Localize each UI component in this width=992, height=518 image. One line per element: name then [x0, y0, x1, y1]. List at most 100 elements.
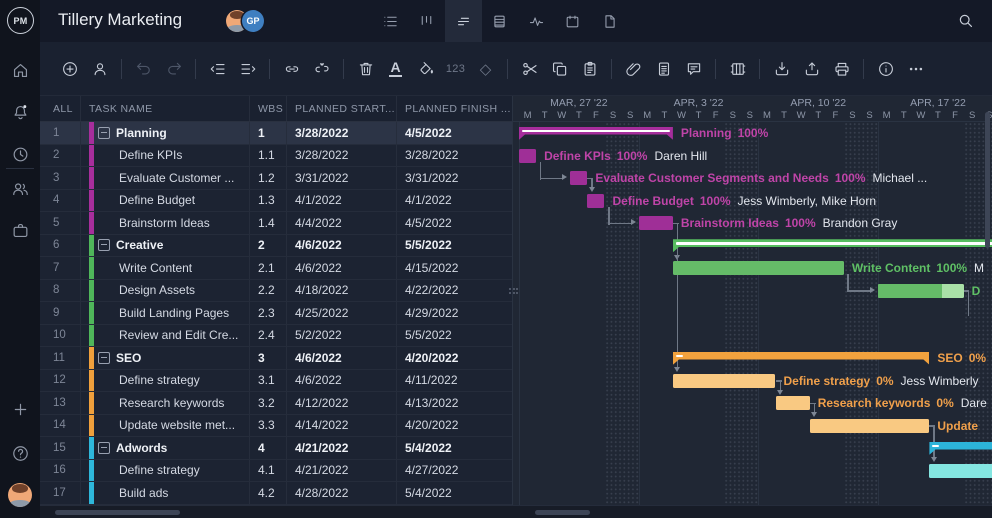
wbs-cell[interactable]: 4.2: [250, 482, 287, 504]
view-tab-docs-view[interactable]: [591, 0, 628, 42]
gantt-task-bar[interactable]: [878, 284, 964, 298]
table-horizontal-scrollbar[interactable]: [55, 510, 180, 515]
collapse-icon[interactable]: [98, 127, 110, 139]
font-color-button[interactable]: A: [383, 56, 408, 82]
task-name-cell[interactable]: Define strategy: [81, 460, 250, 482]
gantt-summary-bar[interactable]: [519, 127, 673, 140]
planned-start-cell[interactable]: 3/28/2022: [287, 145, 397, 167]
gantt-task-bar[interactable]: [570, 171, 587, 185]
table-row[interactable]: 5Brainstorm Ideas1.44/4/20224/5/2022: [40, 212, 512, 235]
comment-button[interactable]: [681, 56, 706, 82]
table-row[interactable]: 6Creative24/6/20225/5/2022: [40, 235, 512, 258]
planned-finish-cell[interactable]: 3/28/2022: [397, 145, 512, 167]
planned-start-cell[interactable]: 5/2/2022: [287, 325, 397, 347]
wbs-cell[interactable]: 1.2: [250, 167, 287, 189]
columns-button[interactable]: [725, 56, 750, 82]
gantt-summary-bar[interactable]: [673, 239, 992, 252]
wbs-cell[interactable]: 2.2: [250, 280, 287, 302]
planned-start-cell[interactable]: 4/28/2022: [287, 482, 397, 504]
table-row[interactable]: 15Adwords44/21/20225/4/2022: [40, 437, 512, 460]
wbs-cell[interactable]: 1.1: [250, 145, 287, 167]
gantt-task-bar[interactable]: [673, 261, 844, 275]
view-tab-calendar-view[interactable]: [555, 0, 592, 42]
task-name-cell[interactable]: Build Landing Pages: [81, 302, 250, 324]
table-row[interactable]: 2Define KPIs1.13/28/20223/28/2022: [40, 145, 512, 168]
table-row[interactable]: 12Define strategy3.14/6/20224/11/2022: [40, 370, 512, 393]
outdent-button[interactable]: [205, 56, 230, 82]
collapse-icon[interactable]: [98, 352, 110, 364]
cut-button[interactable]: [517, 56, 542, 82]
planned-finish-cell[interactable]: 4/20/2022: [397, 415, 512, 437]
sidebar-home-button[interactable]: [0, 57, 40, 83]
planned-finish-cell[interactable]: 4/15/2022: [397, 257, 512, 279]
wbs-cell[interactable]: 2.3: [250, 302, 287, 324]
view-tab-list-view[interactable]: [372, 0, 409, 42]
member-avatar-gp[interactable]: GP: [242, 10, 264, 32]
export-button[interactable]: [799, 56, 824, 82]
planned-start-cell[interactable]: 4/14/2022: [287, 415, 397, 437]
task-name-cell[interactable]: Define Budget: [81, 190, 250, 212]
wbs-cell[interactable]: 3: [250, 347, 287, 369]
task-name-cell[interactable]: Brainstorm Ideas: [81, 212, 250, 234]
column-header-all[interactable]: ALL: [40, 96, 81, 121]
table-row[interactable]: 7Write Content2.14/6/20224/15/2022: [40, 257, 512, 280]
planned-start-cell[interactable]: 4/18/2022: [287, 280, 397, 302]
table-row[interactable]: 11SEO34/6/20224/20/2022: [40, 347, 512, 370]
planned-finish-cell[interactable]: 4/22/2022: [397, 280, 512, 302]
task-name-cell[interactable]: Write Content: [81, 257, 250, 279]
view-tab-workload-view[interactable]: [518, 0, 555, 42]
planned-start-cell[interactable]: 4/25/2022: [287, 302, 397, 324]
pm-logo[interactable]: PM: [7, 7, 34, 34]
redo-button[interactable]: [161, 56, 186, 82]
table-row[interactable]: 4Define Budget1.34/1/20224/1/2022: [40, 190, 512, 213]
gantt-task-bar[interactable]: [587, 194, 604, 208]
planned-finish-cell[interactable]: 5/5/2022: [397, 325, 512, 347]
task-name-cell[interactable]: SEO: [81, 347, 250, 369]
delete-button[interactable]: [353, 56, 378, 82]
paste-button[interactable]: [577, 56, 602, 82]
wbs-cell[interactable]: 2.4: [250, 325, 287, 347]
collapse-icon[interactable]: [98, 442, 110, 454]
planned-finish-cell[interactable]: 4/11/2022: [397, 370, 512, 392]
task-notes-button[interactable]: [651, 56, 676, 82]
gantt-task-bar[interactable]: [776, 396, 810, 410]
wbs-cell[interactable]: 4.1: [250, 460, 287, 482]
planned-finish-cell[interactable]: 4/20/2022: [397, 347, 512, 369]
milestone-button[interactable]: ◇: [473, 56, 498, 82]
table-row[interactable]: 13Research keywords3.24/12/20224/13/2022: [40, 392, 512, 415]
planned-finish-cell[interactable]: 5/4/2022: [397, 437, 512, 459]
planned-finish-cell[interactable]: 5/4/2022: [397, 482, 512, 504]
column-header-planned-start[interactable]: PLANNED START...: [287, 96, 397, 121]
planned-start-cell[interactable]: 4/6/2022: [287, 347, 397, 369]
planned-finish-cell[interactable]: 3/31/2022: [397, 167, 512, 189]
wbs-cell[interactable]: 1.3: [250, 190, 287, 212]
task-name-cell[interactable]: Research keywords: [81, 392, 250, 414]
planned-finish-cell[interactable]: 4/5/2022: [397, 122, 512, 144]
gantt-task-bar[interactable]: [929, 464, 992, 478]
task-name-cell[interactable]: Build ads: [81, 482, 250, 504]
task-name-cell[interactable]: Creative: [81, 235, 250, 257]
wbs-cell[interactable]: 2: [250, 235, 287, 257]
table-row[interactable]: 14Update website met...3.34/14/20224/20/…: [40, 415, 512, 438]
table-row[interactable]: 16Define strategy4.14/21/20224/27/2022: [40, 460, 512, 483]
search-button[interactable]: [956, 11, 976, 31]
planned-start-cell[interactable]: 3/31/2022: [287, 167, 397, 189]
gantt-vertical-scrollbar[interactable]: [985, 112, 990, 248]
info-button[interactable]: [873, 56, 898, 82]
table-row[interactable]: 10Review and Edit Cre...2.45/2/20225/5/2…: [40, 325, 512, 348]
planned-finish-cell[interactable]: 4/1/2022: [397, 190, 512, 212]
planned-finish-cell[interactable]: 4/27/2022: [397, 460, 512, 482]
wbs-cell[interactable]: 4: [250, 437, 287, 459]
planned-start-cell[interactable]: 4/4/2022: [287, 212, 397, 234]
sidebar-team-button[interactable]: [0, 175, 40, 201]
undo-button[interactable]: [131, 56, 156, 82]
wbs-cell[interactable]: 3.1: [250, 370, 287, 392]
gantt-task-bar[interactable]: [639, 216, 673, 230]
table-row[interactable]: 17Build ads4.24/28/20225/4/2022: [40, 482, 512, 505]
link-tasks-button[interactable]: [279, 56, 304, 82]
copy-button[interactable]: [547, 56, 572, 82]
table-row[interactable]: 8Design Assets2.24/18/20224/22/2022: [40, 280, 512, 303]
planned-start-cell[interactable]: 3/28/2022: [287, 122, 397, 144]
task-name-cell[interactable]: Evaluate Customer ...: [81, 167, 250, 189]
task-name-cell[interactable]: Adwords: [81, 437, 250, 459]
